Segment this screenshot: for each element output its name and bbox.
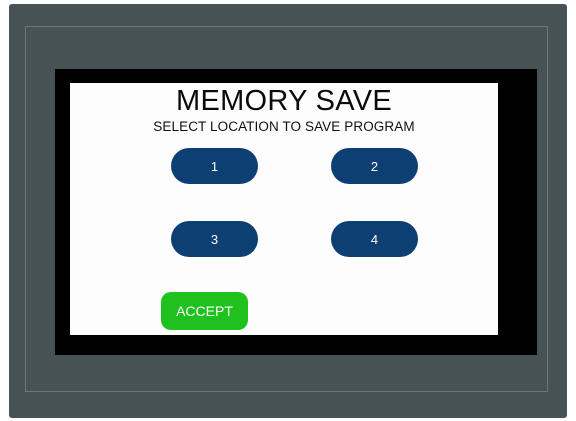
accept-button[interactable]: ACCEPT [161, 292, 248, 330]
page-title: MEMORY SAVE [175, 85, 393, 117]
page-subtitle: SELECT LOCATION TO SAVE PROGRAM [153, 119, 415, 134]
hmi-screen: MEMORY SAVE SELECT LOCATION TO SAVE PROG… [70, 83, 498, 335]
memory-location-4-button[interactable]: 4 [331, 221, 418, 257]
memory-location-1-button[interactable]: 1 [171, 148, 258, 184]
memory-location-2-button[interactable]: 2 [331, 148, 418, 184]
memory-location-3-button[interactable]: 3 [171, 221, 258, 257]
